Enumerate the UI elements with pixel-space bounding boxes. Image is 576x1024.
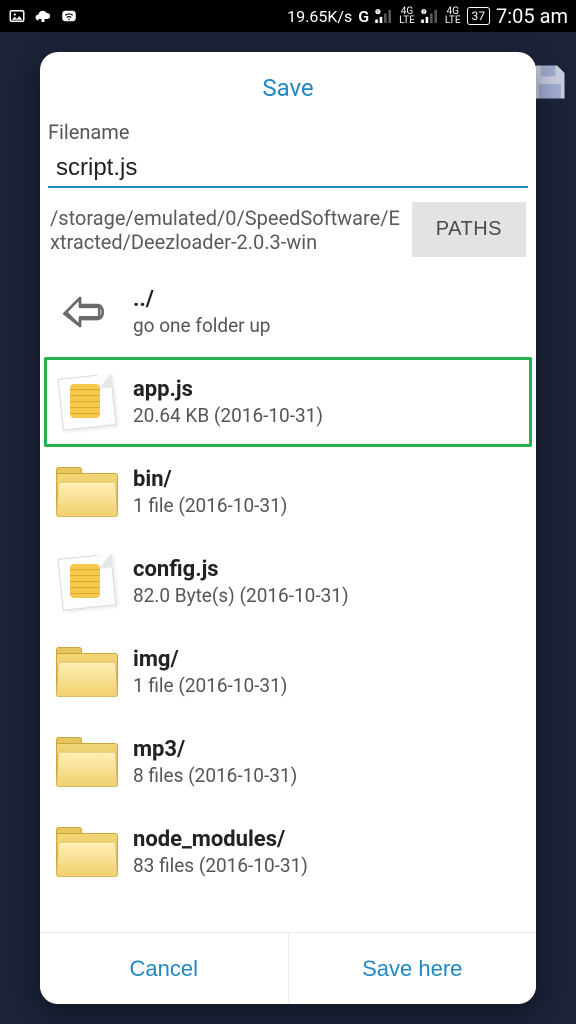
folder-icon xyxy=(55,730,119,794)
signal-2-icon: 2 xyxy=(421,7,439,25)
filename-input[interactable] xyxy=(48,148,528,188)
item-name: app.js xyxy=(133,377,323,402)
go-up-sub: go one folder up xyxy=(133,314,270,337)
item-sub: 83 files (2016-10-31) xyxy=(133,854,308,877)
carrier-label: G xyxy=(358,7,369,26)
file-list: ../ go one folder up app.js 20.64 KB (20… xyxy=(40,267,536,932)
file-icon xyxy=(55,370,119,434)
go-up-row[interactable]: ../ go one folder up xyxy=(40,267,536,357)
wifi-icon xyxy=(60,7,78,25)
current-path: /storage/emulated/0/SpeedSoftware/Extrac… xyxy=(50,206,402,254)
signal-1-icon: 1 xyxy=(375,7,393,25)
list-item[interactable]: app.js 20.64 KB (2016-10-31) xyxy=(44,357,532,447)
list-item[interactable]: mp3/ 8 files (2016-10-31) xyxy=(40,717,536,807)
file-icon xyxy=(55,550,119,614)
list-item[interactable]: config.js 82.0 Byte(s) (2016-10-31) xyxy=(40,537,536,627)
svg-text:1: 1 xyxy=(377,10,379,15)
item-sub: 1 file (2016-10-31) xyxy=(133,494,287,517)
go-up-title: ../ xyxy=(133,287,270,312)
clock: 7:05 am xyxy=(496,4,568,28)
dialog-actions: Cancel Save here xyxy=(40,932,536,1004)
item-name: img/ xyxy=(133,647,287,672)
folder-icon xyxy=(55,640,119,704)
sim2-label: 4GLTE xyxy=(445,7,461,25)
cloud-icon xyxy=(34,7,52,25)
network-speed: 19.65K/s xyxy=(287,7,352,26)
paths-button[interactable]: PATHS xyxy=(412,202,526,257)
status-bar: 19.65K/s G 1 4GLTE 2 4GLTE 37 7:05 am xyxy=(0,0,576,32)
battery-indicator: 37 xyxy=(467,7,491,25)
item-sub: 20.64 KB (2016-10-31) xyxy=(133,404,323,427)
folder-icon xyxy=(55,460,119,524)
item-name: mp3/ xyxy=(133,737,297,762)
filename-label: Filename xyxy=(40,120,536,148)
save-here-button[interactable]: Save here xyxy=(288,933,537,1004)
list-item[interactable]: node_modules/ 83 files (2016-10-31) xyxy=(40,807,536,897)
list-item[interactable]: img/ 1 file (2016-10-31) xyxy=(40,627,536,717)
item-name: bin/ xyxy=(133,467,287,492)
item-name: node_modules/ xyxy=(133,827,308,852)
sim1-label: 4GLTE xyxy=(399,7,415,25)
item-name: config.js xyxy=(133,557,349,582)
dialog-title: Save xyxy=(40,52,536,120)
back-arrow-icon xyxy=(55,280,119,344)
folder-icon xyxy=(55,820,119,884)
item-sub: 82.0 Byte(s) (2016-10-31) xyxy=(133,584,349,607)
save-dialog: Save Filename /storage/emulated/0/SpeedS… xyxy=(40,52,536,1004)
item-sub: 8 files (2016-10-31) xyxy=(133,764,297,787)
image-notification-icon xyxy=(8,7,26,25)
item-sub: 1 file (2016-10-31) xyxy=(133,674,287,697)
cancel-button[interactable]: Cancel xyxy=(40,933,288,1004)
list-item[interactable]: bin/ 1 file (2016-10-31) xyxy=(40,447,536,537)
